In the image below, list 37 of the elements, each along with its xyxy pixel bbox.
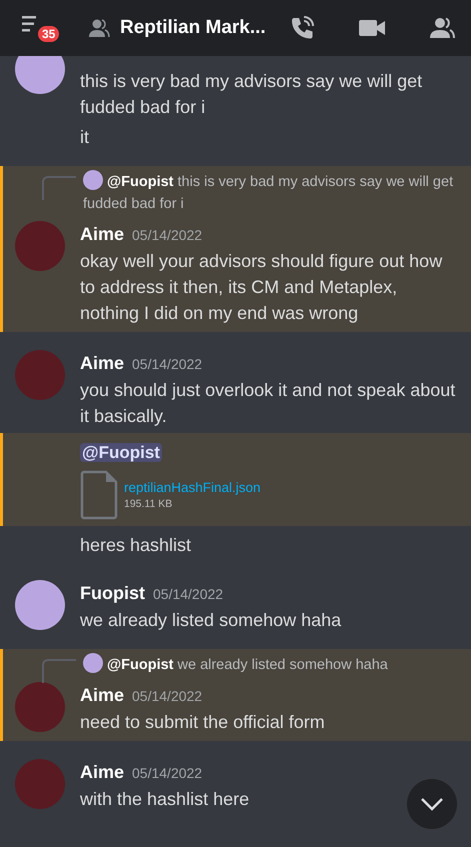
phone-icon[interactable]: [289, 15, 315, 41]
author-name[interactable]: Aime: [80, 762, 124, 782]
file-size: 195.11 KB: [124, 497, 174, 511]
author-name[interactable]: Aime: [80, 353, 124, 373]
author-name[interactable]: Fuopist: [80, 583, 145, 603]
menu-icon[interactable]: [22, 15, 36, 33]
video-camera-icon[interactable]: [359, 19, 385, 37]
reply-preview[interactable]: @Fuopist we already listed somehow haha: [83, 653, 388, 676]
author-name[interactable]: Aime: [80, 685, 124, 705]
message-text: it: [80, 126, 89, 149]
unread-badge: 35: [36, 24, 62, 44]
message-text: you should just overlook it and not speak about it basically.: [80, 379, 456, 428]
message-text: with the hashlist here: [80, 788, 250, 811]
timestamp: 05/14/2022: [132, 356, 202, 372]
avatar[interactable]: [15, 580, 65, 630]
person-icon: [88, 18, 110, 38]
reply-connector-line: [42, 176, 76, 200]
reply-avatar[interactable]: [83, 653, 103, 673]
reply-preview[interactable]: @Fuopist this is very bad my advisors say we will get fudded bad for i: [83, 170, 471, 215]
channel-title: Reptilian Mark...: [120, 16, 266, 40]
scroll-down-button[interactable]: [407, 779, 457, 829]
message-text: heres hashlist: [80, 534, 192, 557]
author-name[interactable]: Aime: [80, 224, 124, 244]
avatar[interactable]: [15, 56, 65, 94]
file-link[interactable]: reptilianHashFinal.json: [124, 479, 261, 497]
message-text: need to submit the official form: [80, 711, 325, 734]
message-text: we already listed somehow haha: [80, 609, 342, 632]
file-icon: [80, 470, 118, 520]
chevron-down-icon: [420, 797, 444, 811]
message-text: okay well your advisors should figure out how to address it then, its CM and Metaplex, nothing I did on my end was wrong: [80, 250, 444, 325]
user-mention[interactable]: @Fuopist: [80, 443, 162, 462]
timestamp: 05/14/2022: [153, 586, 224, 602]
members-icon[interactable]: [429, 17, 455, 39]
timestamp: 05/14/2022: [132, 765, 202, 781]
timestamp: 05/14/2022: [132, 688, 202, 704]
reply-avatar[interactable]: [83, 170, 103, 190]
timestamp: 05/14/2022: [132, 227, 202, 243]
